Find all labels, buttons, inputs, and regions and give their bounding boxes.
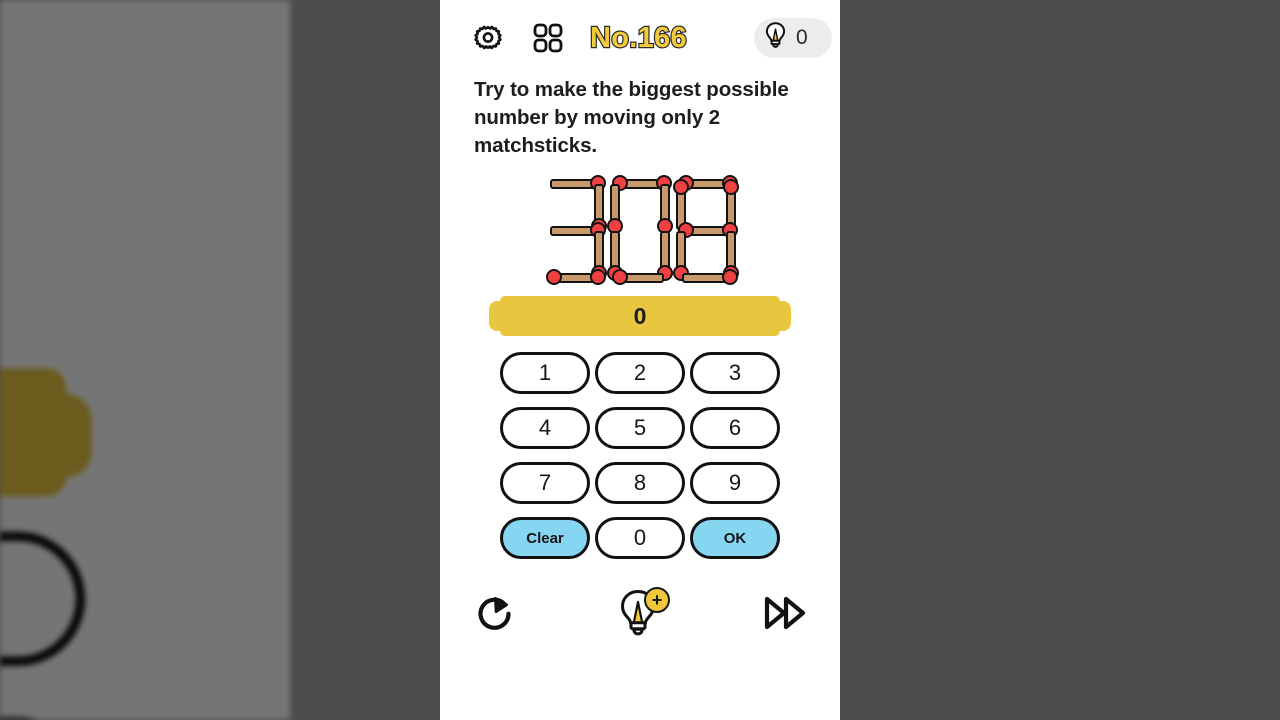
key-cell: 0 (593, 517, 688, 559)
key-9[interactable]: 9 (690, 462, 780, 504)
answer-row: 0 (440, 296, 840, 336)
key-7[interactable]: 7 (500, 462, 590, 504)
number-keypad: 1 2 3 4 5 6 7 8 9 Clear 0 OK (440, 352, 840, 559)
key-cell: 4 (498, 407, 593, 449)
key-cell: Clear (498, 517, 593, 559)
header-bar: No.166 0 (440, 0, 840, 76)
key-6[interactable]: 6 (690, 407, 780, 449)
key-1[interactable]: 1 (500, 352, 590, 394)
game-panel: No.166 0 Try to make the biggest possibl… (440, 0, 840, 720)
segment-d[interactable] (678, 269, 738, 286)
skip-forward-icon (761, 591, 811, 640)
key-cell: 8 (593, 462, 688, 504)
grid-menu-icon[interactable] (528, 18, 568, 58)
key-cell: 1 (498, 352, 593, 394)
hint-counter-badge[interactable]: 0 (754, 18, 832, 58)
key-cell: 9 (688, 462, 783, 504)
key-8[interactable]: 8 (595, 462, 685, 504)
puzzle-instruction: Try to make the biggest possible number … (474, 78, 789, 157)
segment-b[interactable] (657, 180, 673, 234)
key-cell: OK (688, 517, 783, 559)
key-cell: 2 (593, 352, 688, 394)
hint-plus-badge: + (644, 587, 670, 613)
matchstick-digit[interactable] (607, 175, 673, 286)
key-2[interactable]: 2 (595, 352, 685, 394)
restart-button[interactable] (464, 585, 524, 645)
key-cell: 6 (688, 407, 783, 449)
key-3[interactable]: 3 (690, 352, 780, 394)
answer-bar[interactable]: 0 (489, 296, 791, 336)
key-cell: 7 (498, 462, 593, 504)
segment-f[interactable] (607, 180, 623, 234)
clear-button[interactable]: Clear (500, 517, 590, 559)
segment-d[interactable] (612, 269, 668, 286)
hint-count-value: 0 (796, 26, 808, 49)
lightbulb-icon (762, 21, 789, 56)
action-bar: + (440, 585, 840, 645)
level-title: No.166 (589, 20, 688, 54)
key-4[interactable]: 4 (500, 407, 590, 449)
matchstick-digit[interactable] (673, 175, 739, 286)
hint-button[interactable]: + (610, 585, 670, 645)
key-cell: 3 (688, 352, 783, 394)
matchstick-number-display[interactable] (440, 172, 840, 290)
screen: 1 2 3 4 5 6 7 8 9 (0, 0, 1280, 720)
key-0[interactable]: 0 (595, 517, 685, 559)
ok-button[interactable]: OK (690, 517, 780, 559)
answer-value: 0 (633, 302, 647, 329)
skip-button[interactable] (756, 585, 816, 645)
gear-icon[interactable] (468, 18, 508, 58)
matchstick-digit[interactable] (541, 175, 607, 286)
key-5[interactable]: 5 (595, 407, 685, 449)
restart-icon (471, 590, 517, 641)
background-content: 1 2 3 4 5 6 7 8 9 (0, 0, 290, 720)
key-cell: 5 (593, 407, 688, 449)
segment-d[interactable] (546, 269, 606, 286)
